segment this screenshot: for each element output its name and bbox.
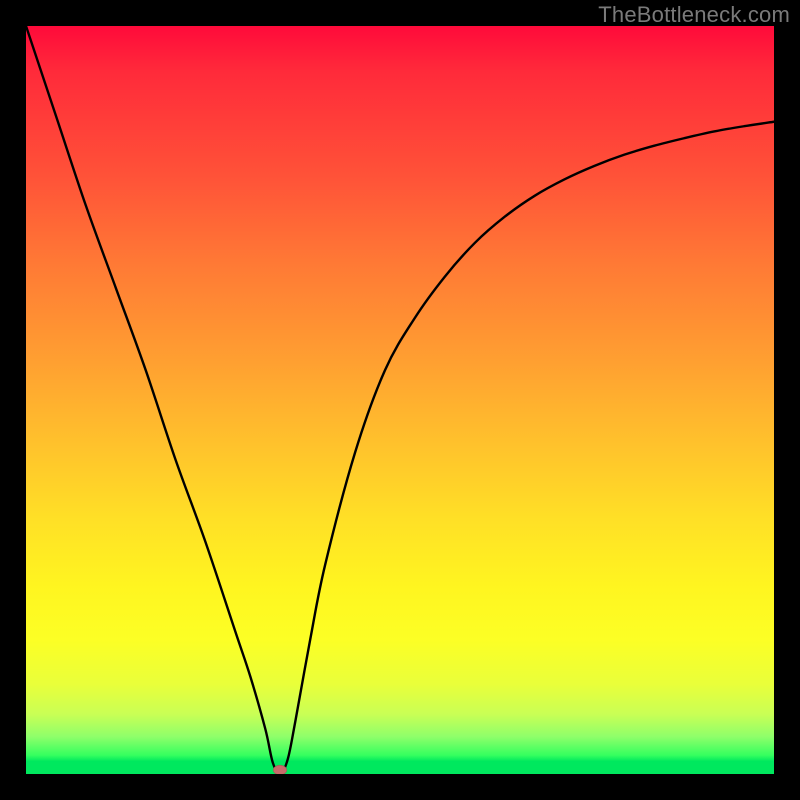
minimum-marker-icon (273, 765, 287, 774)
chart-stage: TheBottleneck.com (0, 0, 800, 800)
plot-area (26, 26, 774, 774)
curve-layer (26, 26, 774, 774)
watermark-text: TheBottleneck.com (598, 2, 790, 28)
bottleneck-curve (26, 26, 774, 774)
